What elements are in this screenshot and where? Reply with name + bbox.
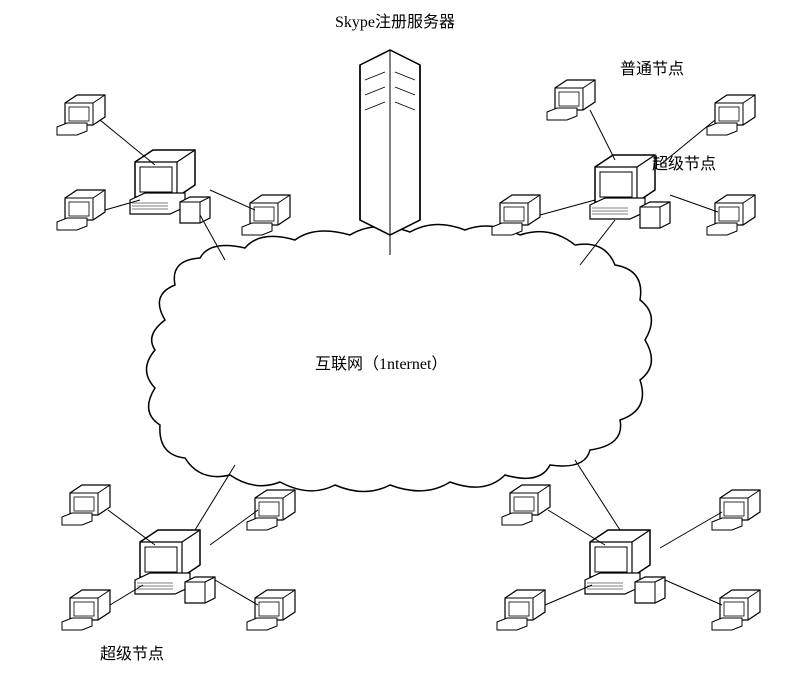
cluster-bottom-left	[62, 465, 295, 630]
internet-label: 互联网（1nternet）	[315, 350, 447, 374]
super-node-label-bottom: 超级节点	[100, 640, 164, 664]
cluster-bottom-right	[497, 460, 760, 630]
super-node-label-top: 超级节点	[652, 150, 716, 174]
ordinary-node-label: 普通节点	[620, 55, 684, 79]
title-label: Skype注册服务器	[335, 8, 455, 32]
skype-server	[360, 50, 420, 235]
cluster-top-left	[57, 95, 290, 260]
